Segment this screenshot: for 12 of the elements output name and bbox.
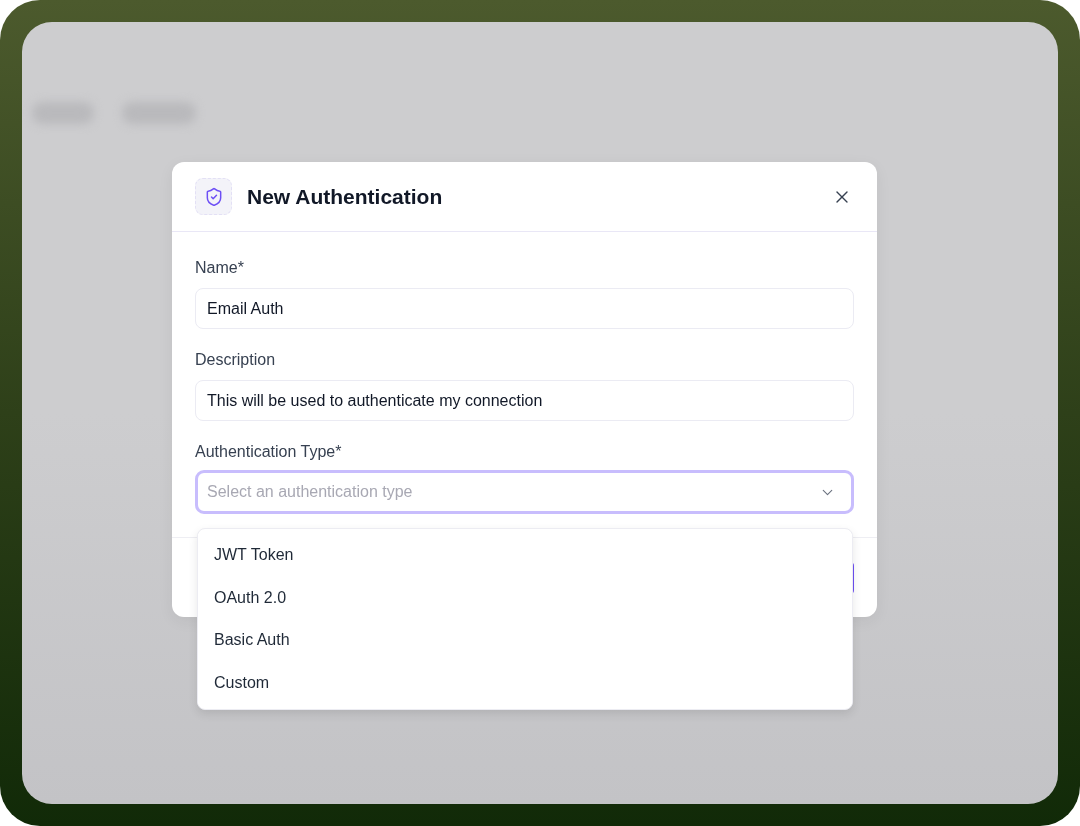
text-input[interactable]: This will be used to authenticate my connection — [195, 380, 854, 421]
field-label: Name* — [195, 258, 245, 278]
dropdown-option[interactable]: JWT Token — [198, 534, 852, 577]
dropdown-option[interactable]: Custom — [198, 661, 852, 704]
select-placeholder: Select an authentication type — [207, 482, 413, 502]
dialog-title: New Authentication — [247, 183, 443, 210]
text-input[interactable]: Email Auth — [195, 288, 854, 329]
dropdown-option[interactable]: OAuth 2.0 — [198, 576, 852, 619]
dropdown-option[interactable]: Basic Auth — [198, 619, 852, 662]
shield-check-icon — [195, 178, 232, 215]
field-label: Description — [195, 350, 277, 370]
field-label: Authentication Type* — [195, 442, 343, 462]
